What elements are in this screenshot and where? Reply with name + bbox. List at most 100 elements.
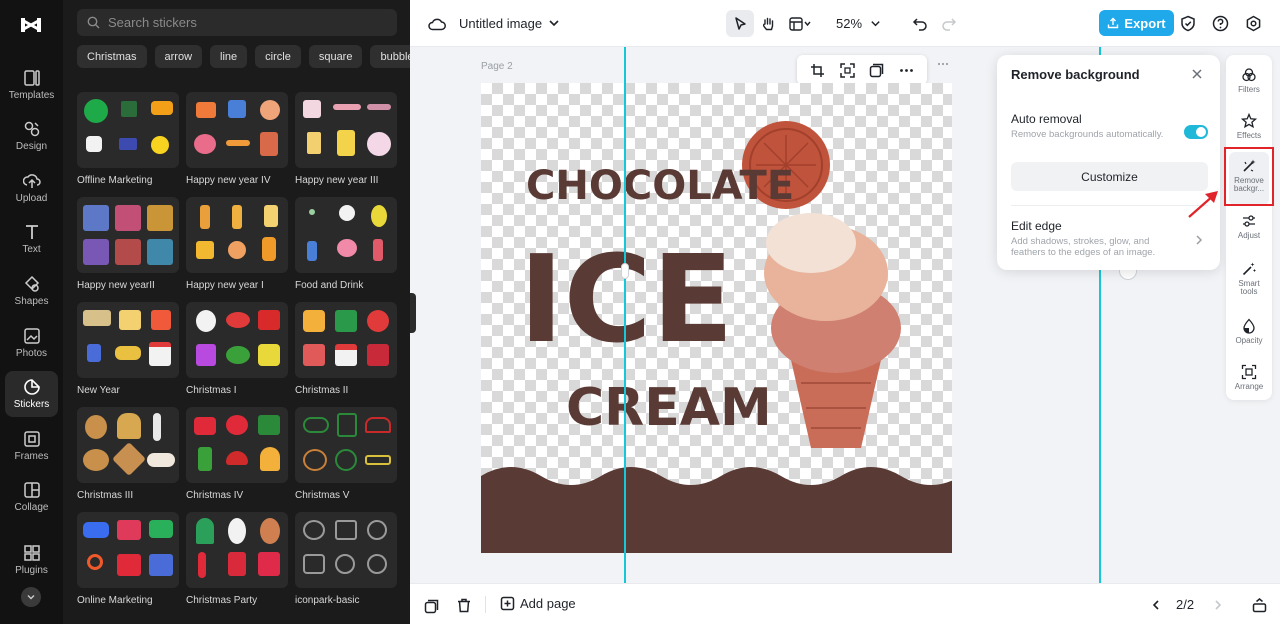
duplicate-icon[interactable] [869, 63, 884, 78]
divider [485, 596, 486, 613]
sticker-pack-card[interactable]: Christmas III [77, 407, 179, 501]
trash-icon [458, 598, 470, 612]
rail-item-shapes[interactable]: Shapes [5, 268, 58, 314]
rail-item-photos[interactable]: Photos [5, 320, 58, 366]
chip-circle[interactable]: circle [255, 45, 301, 68]
tool-label: Adjust [1237, 231, 1261, 240]
page-more-icon[interactable] [937, 61, 949, 67]
opacity-tool[interactable]: Opacity [1229, 312, 1269, 360]
more-icon[interactable] [899, 63, 914, 78]
sticker-pack-label: Happy new year III [295, 175, 379, 186]
chevron-down-icon [27, 595, 35, 600]
duplicate-icon [424, 599, 438, 613]
sticker-thumbnail [77, 512, 179, 588]
filters-icon [1242, 68, 1256, 82]
rail-item-stickers[interactable]: Stickers [5, 371, 58, 417]
undo-button[interactable] [910, 14, 930, 34]
chip-line[interactable]: line [210, 45, 248, 68]
settings-button[interactable] [1243, 13, 1263, 33]
redo-button[interactable] [939, 14, 959, 34]
tool-label: Smart tools [1238, 279, 1260, 296]
layout-button[interactable] [782, 10, 818, 37]
rail-item-text[interactable]: Text [5, 216, 58, 262]
rail-item-plugins[interactable]: Plugins [5, 537, 58, 583]
sticker-pack-card[interactable]: Christmas V [295, 407, 397, 501]
adjust-icon [1243, 215, 1255, 227]
hand-tool-button[interactable] [754, 10, 782, 37]
export-button[interactable]: Export [1099, 10, 1174, 36]
templates-icon [23, 70, 40, 86]
customize-button[interactable]: Customize [1011, 162, 1208, 191]
sticker-pack-card[interactable]: Happy new yearII [77, 197, 179, 291]
cloud-sync-button[interactable] [427, 14, 447, 34]
search-box[interactable] [77, 9, 397, 36]
rail-item-frames[interactable]: Frames [5, 423, 58, 469]
auto-removal-toggle[interactable] [1184, 125, 1208, 139]
next-page-button[interactable] [1210, 597, 1226, 613]
sticker-pack-label: New Year [77, 385, 120, 396]
sticker-pack-card[interactable]: Offline Marketing [77, 92, 179, 186]
chip-arrow[interactable]: arrow [154, 45, 203, 68]
sticker-pack-card[interactable]: Christmas I [186, 302, 288, 396]
filters-tool[interactable]: Filters [1229, 61, 1269, 109]
chevron-right-icon [1196, 235, 1203, 245]
zoom-level[interactable]: 52% [836, 16, 862, 31]
redo-icon [942, 18, 957, 31]
sticker-pack-card[interactable]: Happy new year IV [186, 92, 288, 186]
resize-handle[interactable] [621, 263, 629, 279]
crop-icon[interactable] [810, 63, 825, 78]
capcut-logo-icon[interactable] [18, 12, 44, 38]
stickers-panel: Christmas arrow line circle square bubbl… [63, 0, 410, 624]
select-tool-button[interactable] [726, 10, 754, 37]
previous-page-button[interactable] [1148, 597, 1164, 613]
smart-tools-tool[interactable]: Smart tools [1229, 255, 1269, 303]
scan-icon[interactable] [840, 62, 855, 78]
rail-item-upload[interactable]: Upload [5, 165, 58, 211]
sticker-pack-card[interactable]: New Year [77, 302, 179, 396]
rail-item-design[interactable]: Design [5, 113, 58, 159]
adjust-tool[interactable]: Adjust [1229, 207, 1269, 255]
sticker-pack-card[interactable]: iconpark-basic [295, 512, 397, 606]
chip-christmas[interactable]: Christmas [77, 45, 147, 68]
sticker-pack-card[interactable]: Happy new year I [186, 197, 288, 291]
duplicate-page-button[interactable] [422, 597, 440, 615]
sticker-pack-card[interactable]: Online Marketing [77, 512, 179, 606]
ice-cream-artwork[interactable]: CHOCOLATE ICE CREAM [481, 83, 952, 553]
opacity-icon [1243, 318, 1255, 334]
sticker-pack-label: Happy new year IV [186, 175, 271, 186]
canvas-tools: 52% [726, 10, 881, 37]
close-icon [1192, 69, 1202, 79]
chip-square[interactable]: square [308, 45, 363, 68]
shapes-icon [24, 275, 39, 292]
expand-menu-button[interactable] [21, 587, 41, 607]
chevron-down-icon[interactable] [870, 18, 881, 29]
artboard-page-2[interactable]: CHOCOLATE ICE CREAM [481, 83, 952, 553]
tool-label: Opacity [1235, 336, 1263, 345]
edit-edge-desc: Add shadows, strokes, glow, and feathers… [1011, 236, 1156, 258]
arrange-tool[interactable]: Arrange [1229, 358, 1269, 406]
frames-icon [23, 431, 40, 447]
add-page-button[interactable]: Add page [500, 596, 576, 611]
sticker-pack-card[interactable]: Christmas Party [186, 512, 288, 606]
chip-bubble[interactable]: bubble [370, 45, 410, 68]
rail-item-collage[interactable]: Collage [5, 474, 58, 520]
edit-edge-title[interactable]: Edit edge [1011, 219, 1062, 233]
panel-collapse-handle[interactable] [410, 293, 416, 333]
sticker-pack-card[interactable]: Christmas II [295, 302, 397, 396]
rail-label: Upload [15, 193, 48, 204]
sticker-pack-card[interactable]: Food and Drink [295, 197, 397, 291]
edit-edge-open-button[interactable] [1195, 233, 1203, 251]
upload-icon [22, 174, 41, 188]
sticker-pack-card[interactable]: Happy new year III [295, 92, 397, 186]
shield-button[interactable] [1178, 13, 1198, 33]
rail-item-templates[interactable]: Templates [5, 62, 58, 108]
delete-page-button[interactable] [455, 596, 473, 614]
document-title[interactable]: Untitled image [459, 16, 542, 31]
sticker-pack-card[interactable]: Christmas IV [186, 407, 288, 501]
close-button[interactable] [1191, 67, 1203, 85]
help-button[interactable] [1210, 13, 1230, 33]
pages-panel-button[interactable] [1250, 596, 1268, 614]
title-dropdown-button[interactable] [547, 16, 561, 30]
plugins-icon [23, 545, 40, 561]
search-input[interactable] [108, 15, 378, 30]
